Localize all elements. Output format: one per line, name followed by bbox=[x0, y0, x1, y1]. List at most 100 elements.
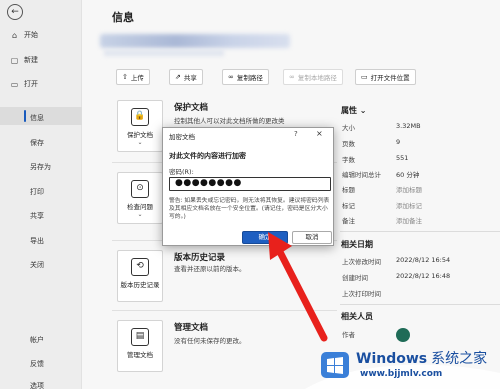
prop-label: 备注 bbox=[342, 217, 355, 225]
prop-value: 9 bbox=[396, 138, 401, 146]
card-label: 管理文档 bbox=[127, 351, 153, 359]
encrypt-document-dialog: 加密文档 ? × 对此文件的内容进行加密 密码(R): ●●●●●●●● 警告:… bbox=[162, 127, 334, 246]
file-path-blurred bbox=[100, 34, 290, 48]
section-title: 管理文档 bbox=[174, 323, 209, 333]
sidebar-item-feedback[interactable]: 反馈 bbox=[30, 359, 44, 369]
watermark-brand-name: Windows bbox=[356, 351, 428, 367]
sidebar-item-label: 共享 bbox=[30, 212, 44, 220]
sidebar-item-options[interactable]: 选项 bbox=[30, 381, 44, 389]
sidebar-item-share[interactable]: 共享 bbox=[30, 211, 44, 221]
card-label: 保护文档 bbox=[127, 131, 153, 139]
prop-label: 上次修改时间 bbox=[342, 258, 381, 266]
card-label: 版本历史记录 bbox=[120, 281, 160, 289]
open-file-location-button[interactable]: ▭ 打开文件位置 bbox=[355, 69, 416, 85]
sidebar-item-label: 选项 bbox=[30, 382, 44, 389]
chevron-down-icon: ⌄ bbox=[137, 139, 143, 146]
prop-label: 标记 bbox=[342, 202, 355, 210]
sidebar-item-label: 信息 bbox=[30, 114, 44, 122]
sidebar-item-save[interactable]: 保存 bbox=[30, 138, 44, 148]
open-file-location-label: 打开文件位置 bbox=[370, 74, 410, 82]
prop-value-editable[interactable]: 添加标记 bbox=[396, 200, 422, 210]
dates-header: 相关日期 bbox=[341, 240, 373, 249]
prop-label: 创建时间 bbox=[342, 274, 368, 282]
protect-document-card[interactable]: 🔒 保护文档 ⌄ bbox=[117, 100, 163, 152]
check-issues-card[interactable]: ⊙ 检查问题 ⌄ bbox=[117, 172, 163, 224]
dialog-title: 加密文档 bbox=[169, 133, 195, 141]
upload-label: 上传 bbox=[130, 74, 144, 82]
prop-label: 上次打印时间 bbox=[342, 290, 381, 298]
prop-value: 3.32MB bbox=[396, 122, 421, 130]
prop-value: 2022/8/12 16:54 bbox=[396, 256, 451, 264]
sidebar-item-print[interactable]: 打印 bbox=[30, 187, 44, 197]
prop-label: 作者 bbox=[342, 331, 355, 339]
sidebar-item-label: 反馈 bbox=[30, 360, 44, 368]
share-label: 共享 bbox=[183, 74, 197, 82]
people-header: 相关人员 bbox=[341, 312, 373, 321]
copy-path-label: 复制路径 bbox=[236, 74, 263, 82]
password-field[interactable]: ●●●●●●●● bbox=[169, 177, 331, 191]
prop-label: 页数 bbox=[342, 140, 355, 148]
manage-document-icon: ▤ bbox=[131, 328, 149, 346]
share-icon: ⇗ bbox=[175, 73, 181, 81]
watermark-url: www.bjjmlv.com bbox=[360, 369, 443, 379]
sidebar-item-export[interactable]: 导出 bbox=[30, 236, 44, 246]
folder-icon: ▭ bbox=[361, 73, 368, 81]
prop-label: 大小 bbox=[342, 124, 355, 132]
copy-local-path-button[interactable]: ∞ 复制本地路径 bbox=[283, 69, 343, 85]
new-doc-icon: ▢ bbox=[10, 55, 19, 65]
prop-value-editable[interactable]: 添加备注 bbox=[396, 215, 422, 225]
nav-active-indicator bbox=[24, 110, 26, 122]
card-label: 检查问题 bbox=[127, 203, 153, 211]
dialog-section-title: 对此文件的内容进行加密 bbox=[169, 152, 246, 160]
sidebar-item-label: 开始 bbox=[24, 31, 38, 39]
sidebar-item-new[interactable]: ▢ 新建 bbox=[10, 55, 38, 65]
sidebar-item-info[interactable]: 信息 bbox=[30, 113, 44, 123]
manage-document-card[interactable]: ▤ 管理文档 bbox=[117, 320, 163, 372]
sidebar-item-label: 保存 bbox=[30, 139, 44, 147]
password-label: 密码(R): bbox=[169, 168, 194, 176]
watermark-brand: Windows 系统之家 bbox=[356, 348, 487, 368]
back-arrow-icon[interactable]: ← bbox=[7, 4, 23, 20]
divider bbox=[340, 231, 500, 232]
inspect-document-icon: ⊙ bbox=[131, 180, 149, 198]
upload-button[interactable]: ⇧ 上传 bbox=[116, 69, 150, 85]
help-icon[interactable]: ? bbox=[294, 130, 298, 138]
file-path-blurred-secondary bbox=[104, 50, 224, 56]
lock-icon: 🔒 bbox=[131, 108, 149, 126]
chevron-down-icon: ⌄ bbox=[137, 211, 143, 218]
sidebar-item-open[interactable]: ▭ 打开 bbox=[10, 79, 38, 89]
prop-value: 2022/8/12 16:48 bbox=[396, 272, 451, 280]
sidebar-item-label: 帐户 bbox=[30, 336, 44, 344]
prop-label: 标题 bbox=[342, 186, 355, 194]
avatar[interactable] bbox=[396, 328, 410, 342]
divider bbox=[340, 304, 500, 305]
backstage-sidebar: ← ⌂ 开始 ▢ 新建 ▭ 打开 信息 保存 另存为 打印 共享 导出 关闭 帐… bbox=[0, 0, 82, 389]
folder-icon: ▭ bbox=[10, 79, 19, 89]
sidebar-item-save-as[interactable]: 另存为 bbox=[30, 162, 51, 172]
section-desc: 查看并还原以前的版本。 bbox=[174, 265, 246, 273]
upload-icon: ⇧ bbox=[122, 73, 128, 81]
prop-value-editable[interactable]: 添加标题 bbox=[396, 184, 422, 194]
sidebar-item-label: 打开 bbox=[24, 80, 38, 88]
sidebar-item-label: 另存为 bbox=[30, 163, 51, 171]
arrow-shaft bbox=[276, 248, 328, 342]
prop-value: 551 bbox=[396, 154, 409, 162]
sidebar-item-close[interactable]: 关闭 bbox=[30, 260, 44, 270]
close-icon[interactable]: × bbox=[316, 129, 323, 138]
link-icon: ∞ bbox=[289, 73, 295, 81]
sidebar-item-account[interactable]: 帐户 bbox=[30, 335, 44, 345]
copy-path-button[interactable]: ∞ 复制路径 bbox=[222, 69, 269, 85]
section-title: 保护文档 bbox=[174, 103, 209, 113]
sidebar-item-home[interactable]: ⌂ 开始 bbox=[10, 30, 38, 40]
watermark-brand-suffix: 系统之家 bbox=[431, 351, 488, 367]
page-title: 信息 bbox=[112, 11, 134, 24]
version-history-card[interactable]: ⟲ 版本历史记录 bbox=[117, 250, 163, 302]
section-desc: 没有任何未保存的更改。 bbox=[174, 337, 246, 345]
home-icon: ⌂ bbox=[11, 30, 18, 40]
share-button[interactable]: ⇗ 共享 bbox=[169, 69, 203, 85]
red-arrow-annotation bbox=[268, 232, 328, 342]
sidebar-item-label: 打印 bbox=[30, 188, 44, 196]
sidebar-item-label: 关闭 bbox=[30, 261, 44, 269]
chevron-down-icon: ⌄ bbox=[359, 106, 367, 115]
properties-header[interactable]: 属性 ⌄ bbox=[341, 105, 367, 116]
